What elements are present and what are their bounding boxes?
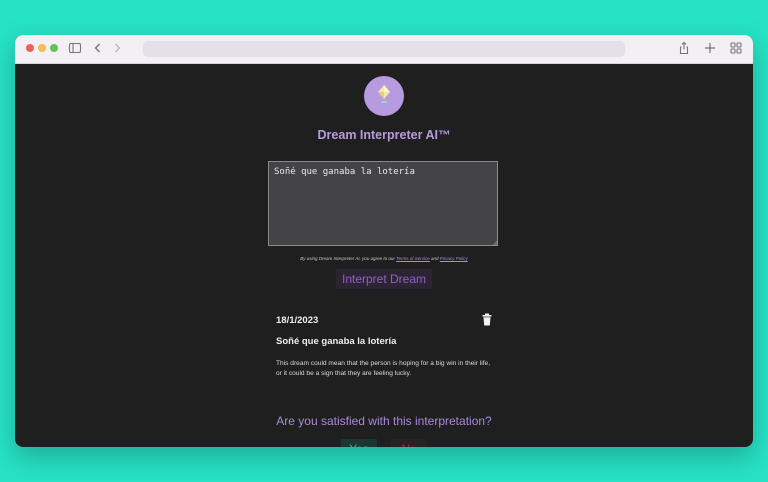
trash-icon[interactable] [481, 313, 493, 326]
interpretation-text: This dream could mean that the person is… [276, 360, 491, 377]
tab-overview-icon[interactable] [729, 41, 743, 55]
minimize-window-button[interactable] [38, 44, 46, 52]
terms-of-service-link[interactable]: Terms of Service [396, 256, 430, 261]
back-icon[interactable] [91, 41, 105, 55]
app-title: Dream Interpreter AI™ [317, 128, 451, 142]
share-icon[interactable] [677, 41, 691, 55]
entry-date: 18/1/2023 [276, 315, 319, 326]
resize-handle-icon[interactable] [492, 240, 498, 246]
yes-button[interactable]: Yes [341, 439, 377, 447]
no-button[interactable]: No [391, 439, 427, 447]
interpret-dream-button[interactable]: Interpret Dream [336, 269, 432, 289]
address-bar[interactable] [143, 41, 625, 57]
dream-input[interactable]: Soñé que ganaba la lotería [268, 161, 498, 246]
terms-prefix: By using Dream Interpreter AI, you agree… [300, 256, 395, 261]
privacy-policy-link[interactable]: Privacy Policy [440, 256, 468, 261]
forward-icon[interactable] [110, 41, 124, 55]
page-content: Dream Interpreter AI™ Soñé que ganaba la… [15, 63, 753, 447]
entry-title: Soñé que ganaba la lotería [276, 336, 397, 347]
browser-window: Dream Interpreter AI™ Soñé que ganaba la… [15, 35, 753, 447]
terms-and: and [430, 256, 439, 261]
browser-toolbar [15, 35, 753, 64]
zoom-window-button[interactable] [50, 44, 58, 52]
diamond-gem-icon [378, 85, 390, 103]
satisfaction-question: Are you satisfied with this interpretati… [276, 414, 492, 428]
terms-notice: By using Dream Interpreter AI, you agree… [215, 256, 553, 261]
app-logo [364, 76, 404, 116]
close-window-button[interactable] [26, 44, 34, 52]
new-tab-icon[interactable] [703, 41, 717, 55]
sidebar-icon[interactable] [68, 41, 82, 55]
